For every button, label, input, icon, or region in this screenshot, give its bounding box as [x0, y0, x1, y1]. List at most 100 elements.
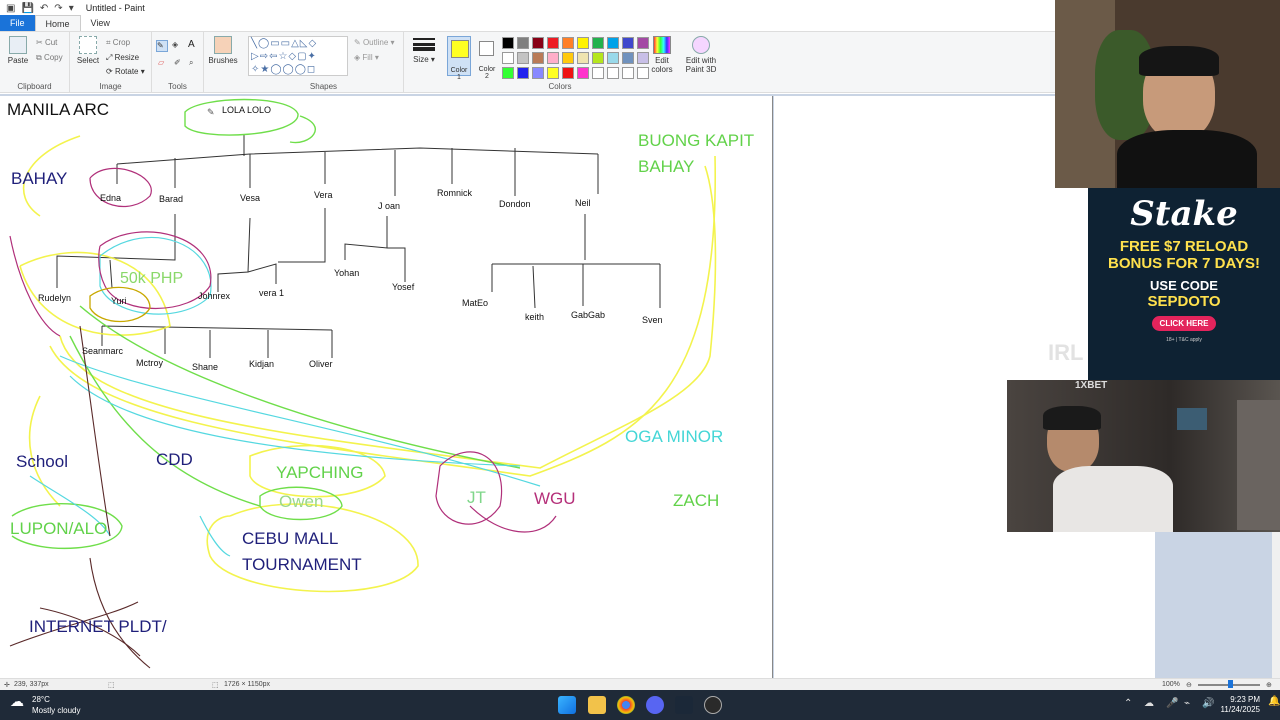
- palette-swatch[interactable]: [607, 37, 619, 49]
- sponsor-ad[interactable]: Stake FREE $7 RELOAD BONUS FOR 7 DAYS! U…: [1088, 188, 1280, 380]
- tree-node: MatEo: [462, 298, 489, 308]
- palette-swatch[interactable]: [532, 52, 544, 64]
- palette-swatch[interactable]: [547, 67, 559, 79]
- zoom-slider-thumb[interactable]: [1228, 680, 1233, 688]
- volume-icon[interactable]: 🔊: [1202, 698, 1214, 709]
- palette-swatch[interactable]: [502, 67, 514, 79]
- palette-swatch[interactable]: [517, 52, 529, 64]
- palette-swatch[interactable]: [607, 67, 619, 79]
- title-bar: ▣ 💾 ↶ ↷ ▾ Untitled - Paint: [0, 0, 1056, 16]
- palette-swatch[interactable]: [592, 52, 604, 64]
- ad-use-code: USE CODE: [1150, 278, 1218, 293]
- palette-swatch[interactable]: [502, 37, 514, 49]
- quick-access-dropdown-icon[interactable]: ▾: [69, 3, 74, 14]
- color1-button[interactable]: Color 1: [447, 36, 471, 81]
- text-tool-icon[interactable]: A: [188, 39, 195, 50]
- palette-swatch[interactable]: [562, 37, 574, 49]
- discord-icon[interactable]: [646, 696, 664, 714]
- weather-widget[interactable]: ☁ 28°C Mostly cloudy: [10, 694, 80, 716]
- size-button[interactable]: Size ▾: [410, 36, 438, 64]
- copy-button[interactable]: ⧉ Copy: [36, 53, 63, 63]
- palette-swatch[interactable]: [592, 67, 604, 79]
- palette-swatch[interactable]: [547, 52, 559, 64]
- tab-home[interactable]: Home: [34, 15, 81, 31]
- pencil-tool-icon[interactable]: ✎: [156, 40, 168, 52]
- selection-size-icon: ⬚: [108, 682, 115, 689]
- onedrive-icon[interactable]: ☁: [1144, 698, 1154, 709]
- eraser-tool-icon[interactable]: ▱: [158, 58, 164, 67]
- palette-swatch[interactable]: [532, 37, 544, 49]
- zoom-out-icon[interactable]: ⊖: [1186, 681, 1192, 689]
- select-button[interactable]: Select: [76, 36, 100, 65]
- label-wgu: WGU: [534, 489, 576, 508]
- windows-start-icon[interactable]: [558, 696, 576, 714]
- crop-button[interactable]: ⌗ Crop: [106, 38, 130, 48]
- crop-label: Crop: [112, 38, 131, 47]
- palette-swatch[interactable]: [622, 52, 634, 64]
- monitor-image: [1177, 408, 1207, 430]
- green-scribbles: [11, 98, 521, 550]
- network-icon[interactable]: ⌁: [1184, 698, 1190, 709]
- shapes-gallery[interactable]: ╲◯▭▭△◺◇ ▷⇨⇦☆◇▢✦ ✧★◯◯◯◻: [248, 36, 348, 76]
- openai-app-icon[interactable]: [704, 696, 722, 714]
- label-internet: INTERNET PLDT/: [29, 617, 167, 636]
- pencil-cursor-icon: ✎: [207, 107, 215, 117]
- resize-button[interactable]: ⤢ Resize: [106, 53, 139, 63]
- palette-swatch[interactable]: [622, 67, 634, 79]
- steam-icon[interactable]: [675, 696, 693, 714]
- taskbar: ☁ 28°C Mostly cloudy ⌃ ☁ 🎤 ⌁ 🔊 9:23 PM 1…: [0, 690, 1280, 720]
- outline-button[interactable]: ✎ Outline ▾: [354, 38, 395, 47]
- rotate-button[interactable]: ⟳ Rotate ▾: [106, 67, 145, 76]
- edit-colors-icon: [653, 36, 671, 54]
- palette-swatch[interactable]: [562, 52, 574, 64]
- cut-button[interactable]: ✂ Cut: [36, 38, 57, 47]
- fill-tool-icon[interactable]: ◈: [172, 40, 178, 49]
- ad-click-here-button[interactable]: CLICK HERE: [1151, 316, 1217, 331]
- screen: ▣ 💾 ↶ ↷ ▾ Untitled - Paint File Home Vie…: [0, 0, 1280, 720]
- size-icon-line: [413, 47, 435, 51]
- edit-colors-button[interactable]: Edit colors: [648, 36, 676, 74]
- palette-swatch[interactable]: [517, 37, 529, 49]
- redo-icon[interactable]: ↷: [54, 3, 62, 14]
- paint3d-button[interactable]: Edit with Paint 3D: [684, 36, 718, 74]
- palette-swatch[interactable]: [577, 52, 589, 64]
- undo-icon[interactable]: ↶: [40, 3, 48, 14]
- palette-swatch[interactable]: [547, 37, 559, 49]
- microphone-icon[interactable]: 🎤: [1166, 698, 1178, 709]
- palette-swatch[interactable]: [517, 67, 529, 79]
- palette-swatch[interactable]: [502, 52, 514, 64]
- paint-canvas[interactable]: MANILA ARC LOLA LOLO ✎ Edna Barad Vesa V…: [0, 96, 773, 680]
- fill-button[interactable]: ◈ Fill ▾: [354, 53, 379, 62]
- image-group-label: Image: [99, 82, 122, 91]
- tab-file[interactable]: File: [0, 15, 35, 31]
- brushes-button[interactable]: Brushes: [208, 36, 238, 65]
- scribble: [29, 475, 231, 557]
- palette-swatch[interactable]: [562, 67, 574, 79]
- fill-label: Fill: [362, 53, 373, 62]
- color2-button[interactable]: Color 2: [476, 36, 498, 80]
- tab-view[interactable]: View: [81, 15, 120, 31]
- file-explorer-icon[interactable]: [588, 696, 606, 714]
- select-icon: [79, 36, 97, 54]
- brushes-label: Brushes: [208, 56, 238, 65]
- palette-swatch[interactable]: [607, 52, 619, 64]
- ad-code: SEPDOTO: [1147, 293, 1221, 310]
- paste-button[interactable]: Paste: [6, 36, 30, 65]
- edit-colors-label: Edit colors: [651, 56, 673, 74]
- zoom-in-icon[interactable]: ⊕: [1266, 681, 1272, 689]
- notification-bell-icon[interactable]: 🔔: [1268, 696, 1280, 707]
- chrome-icon[interactable]: [617, 696, 635, 714]
- magnifier-icon[interactable]: ⌕: [189, 58, 193, 68]
- tree-line: [491, 214, 661, 309]
- color-picker-icon[interactable]: ✐: [174, 58, 181, 67]
- save-icon[interactable]: 💾: [21, 3, 33, 14]
- palette-swatch[interactable]: [577, 67, 589, 79]
- palette-swatch[interactable]: [592, 37, 604, 49]
- palette-swatch[interactable]: [577, 37, 589, 49]
- palette-swatch[interactable]: [622, 37, 634, 49]
- tray-chevron-icon[interactable]: ⌃: [1124, 698, 1132, 709]
- label-buong-kapit-bahay: BAHAY: [638, 157, 695, 176]
- palette-swatch[interactable]: [532, 67, 544, 79]
- label-yapching: YAPCHING: [276, 463, 364, 482]
- system-clock[interactable]: 9:23 PM 11/24/2025: [1221, 695, 1260, 715]
